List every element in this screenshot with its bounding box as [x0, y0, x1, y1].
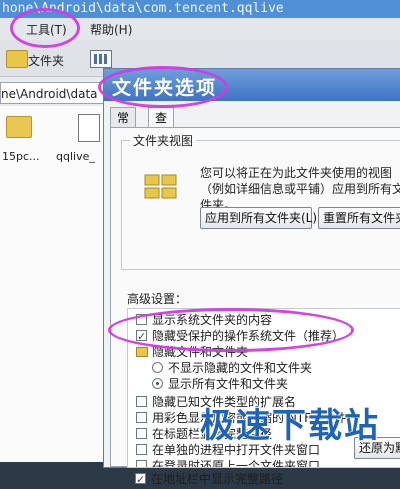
menu-help[interactable]: 帮助(H): [90, 21, 132, 38]
views-icon[interactable]: [90, 50, 112, 68]
checkbox[interactable]: [136, 428, 147, 439]
reset-all-folders-button[interactable]: 重置所有文件夹(R): [318, 207, 400, 229]
marker-circle-hide-extensions: [108, 308, 354, 352]
marker-circle-tools-menu: [10, 8, 80, 48]
checkbox[interactable]: [136, 460, 147, 467]
tab-view[interactable]: 查看: [148, 107, 175, 145]
address-bar[interactable]: ne\Android\data: [0, 82, 105, 104]
folder-view-group-label: 文件夹视图: [130, 132, 197, 149]
option-label: 在登录时还原上一个文件夹窗口: [152, 459, 321, 468]
file-item-label[interactable]: qqlive_: [56, 150, 95, 163]
folders-icon[interactable]: [6, 50, 28, 68]
folder-view-group: 文件夹视图 您可以将正在为此文件夹使用的视图（例如详细信息或平铺）应用到所有文件…: [121, 132, 400, 270]
checkbox[interactable]: [135, 471, 146, 489]
watermark-logo: 极速下载站: [200, 406, 380, 446]
checkbox[interactable]: [136, 396, 147, 407]
file-item-label[interactable]: 15pc...: [2, 150, 40, 163]
radio-button[interactable]: [152, 362, 163, 373]
folders-button[interactable]: 文件夹: [28, 52, 64, 69]
checkbox[interactable]: [136, 412, 147, 423]
option-label: 在地址栏中显示完整路径: [151, 472, 284, 486]
folder-view-icon: [144, 174, 177, 199]
folder-icon[interactable]: [6, 116, 32, 138]
apply-to-all-folders-button[interactable]: 应用到所有文件夹(L): [200, 207, 317, 229]
folder-view-description: 您可以将正在为此文件夹使用的视图（例如详细信息或平铺）应用到所有文件夹。: [200, 166, 400, 212]
checkbox[interactable]: [136, 444, 147, 455]
marker-circle-dialog-title: [98, 66, 228, 108]
folder-icon: [136, 347, 148, 357]
tab-general[interactable]: 常规: [110, 107, 137, 145]
file-list: 15pc... qqlive_: [0, 106, 105, 462]
radio-button[interactable]: [152, 378, 163, 389]
option-label: 显示所有文件和文件夹: [168, 377, 289, 391]
document-icon[interactable]: [78, 114, 100, 142]
advanced-settings-label: 高级设置：: [127, 292, 188, 306]
